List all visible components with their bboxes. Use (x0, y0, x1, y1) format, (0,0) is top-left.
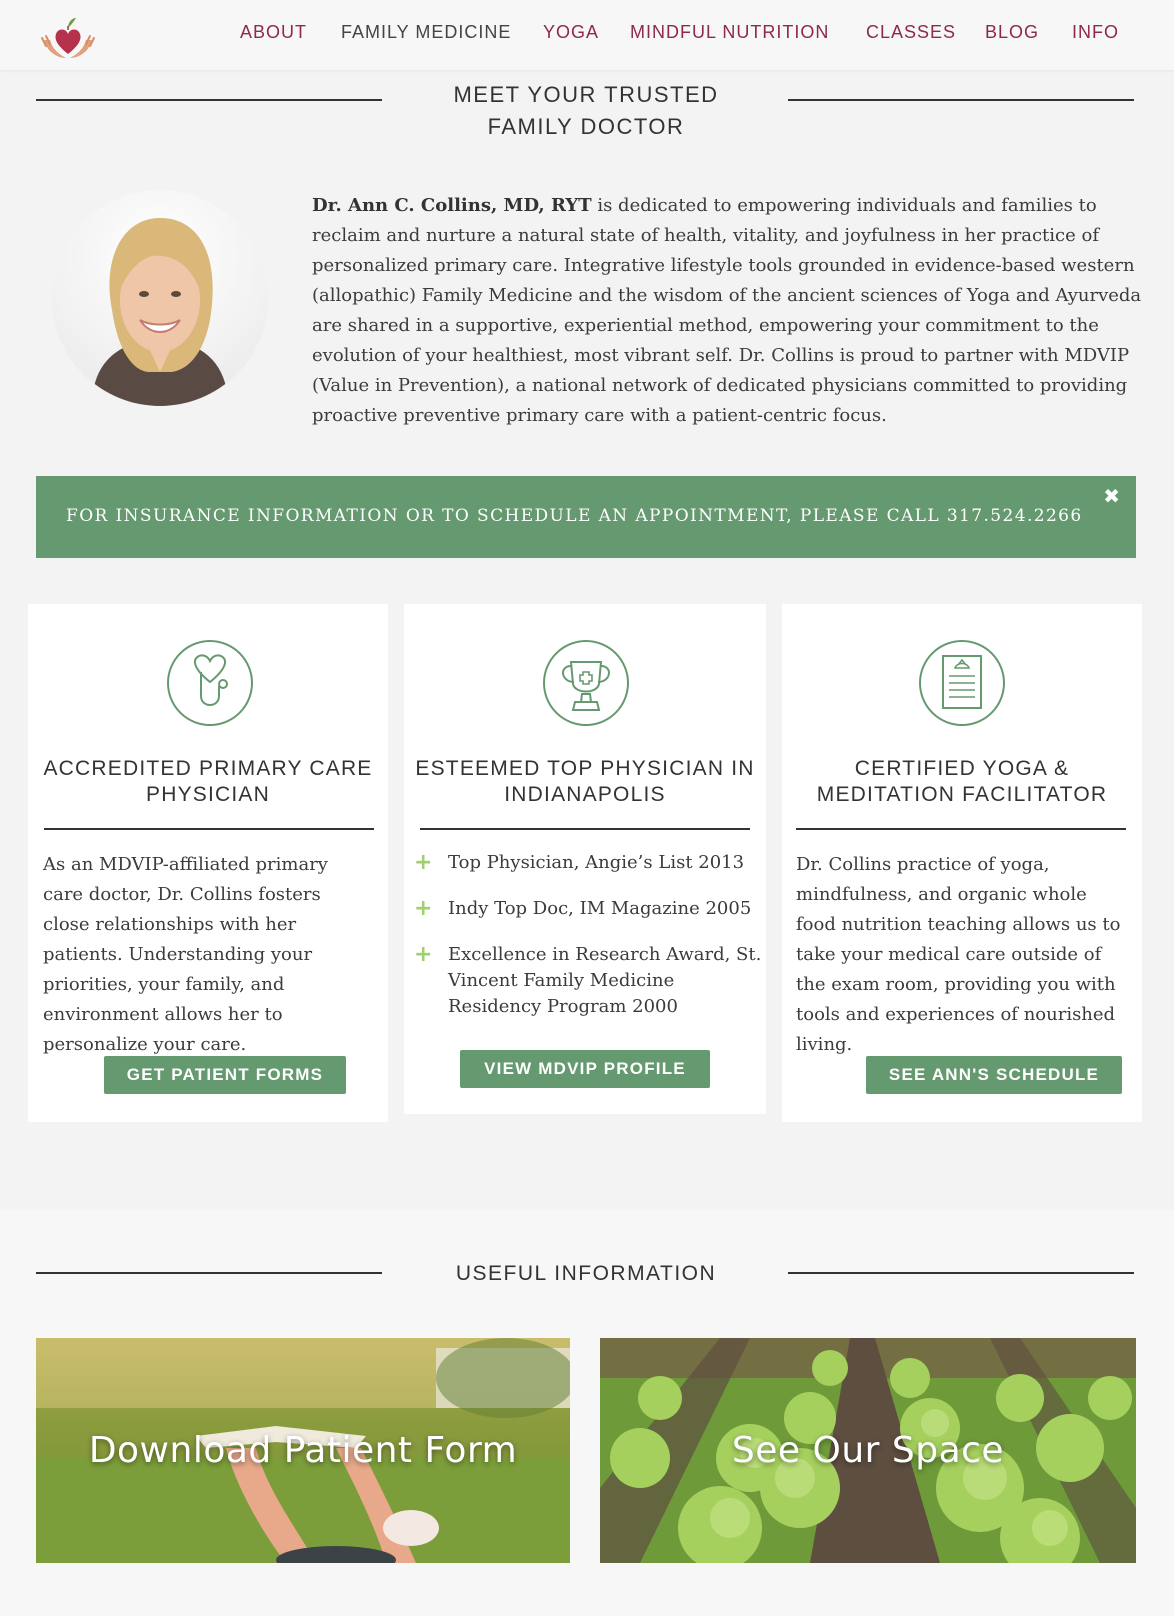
nav-family-medicine[interactable]: FAMILY MEDICINE (341, 22, 511, 43)
doctor-portrait (52, 190, 268, 406)
trophy-icon (543, 640, 629, 726)
card-top-physician: ESTEEMED TOP PHYSICIAN IN INDIANAPOLIS +… (404, 604, 766, 1114)
card-rule (796, 828, 1126, 830)
download-patient-form-tile[interactable]: Download Patient Form (36, 1338, 570, 1563)
intro-title-line2: FAMILY DOCTOR (487, 114, 685, 139)
nav-about[interactable]: ABOUT (240, 22, 307, 43)
card-title: ACCREDITED PRIMARY CARE PHYSICIAN (43, 757, 373, 806)
plus-icon: + (414, 850, 433, 875)
main-nav: ABOUT FAMILY MEDICINE YOGA MINDFUL NUTRI… (0, 22, 1174, 46)
intro-section-title: MEET YOUR TRUSTED FAMILY DOCTOR (36, 79, 1136, 143)
list-item: + Excellence in Research Award, St. Vince… (414, 942, 762, 1017)
doctor-name: Dr. Ann C. Collins, MD, RYT (312, 195, 592, 216)
list-item: + Indy Top Doc, IM Magazine 2005 (414, 896, 752, 921)
download-patient-form-label: Download Patient Form (88, 1430, 518, 1471)
get-patient-forms-button[interactable]: GET PATIENT FORMS (104, 1056, 346, 1094)
appointment-banner-text: FOR INSURANCE INFORMATION OR TO SCHEDULE… (66, 506, 1083, 526)
see-anns-schedule-button[interactable]: SEE ANN'S SCHEDULE (866, 1056, 1122, 1094)
see-our-space-label: See Our Space (731, 1430, 1005, 1471)
intro-body: is dedicated to empowering individuals a… (312, 195, 1142, 426)
plus-icon: + (414, 896, 433, 921)
card-rule (420, 828, 750, 830)
view-mdvip-profile-button[interactable]: VIEW MDVIP PROFILE (460, 1050, 710, 1088)
nav-classes[interactable]: CLASSES (866, 22, 956, 43)
card-text: Dr. Collins practice of yoga, mindfulnes… (796, 854, 1121, 1055)
close-icon[interactable]: ✖ (1103, 484, 1120, 509)
certificate-icon (919, 640, 1005, 726)
intro-title-line1: MEET YOUR TRUSTED (453, 82, 719, 107)
awards-list: + Top Physician, Angie’s List 2013 + Indy … (414, 850, 764, 1040)
doctor-photo-image (92, 218, 228, 406)
useful-info-title: USEFUL INFORMATION (455, 1262, 717, 1285)
nav-yoga[interactable]: YOGA (543, 22, 599, 43)
card-yoga-facilitator: CERTIFIED YOGA & MEDITATION FACILITATOR … (782, 604, 1142, 1122)
plus-icon: + (414, 942, 433, 967)
list-item: + Top Physician, Angie’s List 2013 (414, 850, 745, 875)
appointment-banner: FOR INSURANCE INFORMATION OR TO SCHEDULE… (36, 476, 1136, 558)
card-rule (44, 828, 374, 830)
card-title: CERTIFIED YOGA & MEDITATION FACILITATOR (816, 757, 1108, 806)
nav-info[interactable]: INFO (1072, 22, 1119, 43)
card-text: As an MDVIP-affiliated primary care doct… (43, 854, 328, 1055)
card-primary-care: ACCREDITED PRIMARY CARE PHYSICIAN As an … (28, 604, 388, 1122)
stethoscope-icon (167, 640, 253, 726)
card-title: ESTEEMED TOP PHYSICIAN IN INDIANAPOLIS (415, 757, 755, 806)
intro-paragraph: Dr. Ann C. Collins, MD, RYT is dedicated… (312, 191, 1142, 431)
nav-mindful-nutrition[interactable]: MINDFUL NUTRITION (630, 22, 829, 43)
site-header: ABOUT FAMILY MEDICINE YOGA MINDFUL NUTRI… (0, 0, 1174, 70)
nav-blog[interactable]: BLOG (985, 22, 1039, 43)
see-our-space-tile[interactable]: See Our Space (600, 1338, 1136, 1563)
